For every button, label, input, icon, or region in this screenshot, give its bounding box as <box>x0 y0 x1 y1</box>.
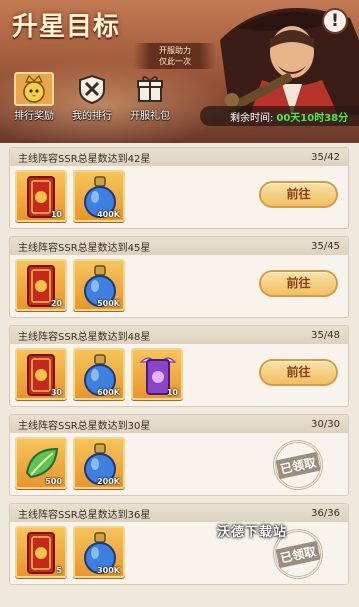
tab-launch-gift[interactable]: 开服礼包 <box>124 72 176 124</box>
page-title: 升星目标 <box>12 12 121 42</box>
task-list[interactable]: 主线阵容SSR总星数达到42星 35/42 10 400K 前往 主线阵容SSR总… <box>0 143 359 607</box>
task-title: 主线阵容SSR总星数达到42星 <box>18 153 151 165</box>
crossed-swords-icon <box>72 72 112 106</box>
reward-red-card[interactable]: 20 <box>15 259 67 311</box>
tab-bar: 排行奖励 我的排行 开服礼包 <box>8 72 176 124</box>
reward-red-card[interactable]: 30 <box>15 348 67 400</box>
watermark: 沃德下载站 <box>217 525 288 540</box>
task-title: 主线阵容SSR总星数达到48星 <box>18 331 151 343</box>
tab-my-rank[interactable]: 我的排行 <box>66 72 118 124</box>
task-title: 主线阵容SSR总星数达到36星 <box>18 509 151 521</box>
task-title: 主线阵容SSR总星数达到45星 <box>18 242 151 254</box>
task-card: 主线阵容SSR总星数达到48星 35/48 30 600K 10 前往 <box>9 325 349 407</box>
go-button[interactable]: 前往 <box>259 270 338 297</box>
go-button[interactable]: 前往 <box>259 181 338 208</box>
reward-purple-card[interactable]: 10 <box>131 348 183 400</box>
countdown-bar: 剩余时间: 00天10时38分 <box>200 106 359 126</box>
reward-blue-potion[interactable]: 200K <box>73 437 125 489</box>
crown-chick-icon <box>14 72 54 106</box>
red-card-icon <box>27 532 55 574</box>
reward-red-card[interactable]: 5 <box>15 526 67 578</box>
task-progress: 36/36 <box>311 507 340 519</box>
task-progress: 35/45 <box>311 240 340 252</box>
help-button[interactable]: ! <box>322 8 348 34</box>
reward-blue-potion[interactable]: 400K <box>73 170 125 222</box>
task-card: 主线阵容SSR总星数达到42星 35/42 10 400K 前往 <box>9 147 349 229</box>
promo-note: 开服助力 仅此一次 <box>134 43 216 69</box>
reward-blue-potion[interactable]: 500K <box>73 259 125 311</box>
gift-box-icon <box>130 72 170 106</box>
task-progress: 35/42 <box>311 151 340 163</box>
task-card: 主线阵容SSR总星数达到36星 36/36 5 300K 已领取 <box>9 503 349 585</box>
go-button[interactable]: 前往 <box>259 359 338 386</box>
reward-red-card[interactable]: 10 <box>15 170 67 222</box>
event-banner: 升星目标 ! 开服助力 仅此一次 排行奖励 我的排行 开服礼包 剩余时间: 00… <box>0 0 359 143</box>
claimed-stamp: 已领取 <box>268 435 328 495</box>
task-card: 主线阵容SSR总星数达到30星 30/30 500 200K 已领取 <box>9 414 349 496</box>
star-goal-screen: 升星目标 ! 开服助力 仅此一次 排行奖励 我的排行 开服礼包 剩余时间: 00… <box>0 0 359 607</box>
time-value: 00天10时38分 <box>276 112 349 124</box>
reward-green-leaf[interactable]: 500 <box>15 437 67 489</box>
tab-rank-rewards[interactable]: 排行奖励 <box>8 72 60 124</box>
reward-blue-potion[interactable]: 300K <box>73 526 125 578</box>
task-title: 主线阵容SSR总星数达到30星 <box>18 420 151 432</box>
reward-blue-potion[interactable]: 600K <box>73 348 125 400</box>
task-progress: 30/30 <box>311 418 340 430</box>
time-label: 剩余时间: <box>230 112 274 124</box>
task-progress: 35/48 <box>311 329 340 341</box>
task-card: 主线阵容SSR总星数达到45星 35/45 20 500K 前往 <box>9 236 349 318</box>
